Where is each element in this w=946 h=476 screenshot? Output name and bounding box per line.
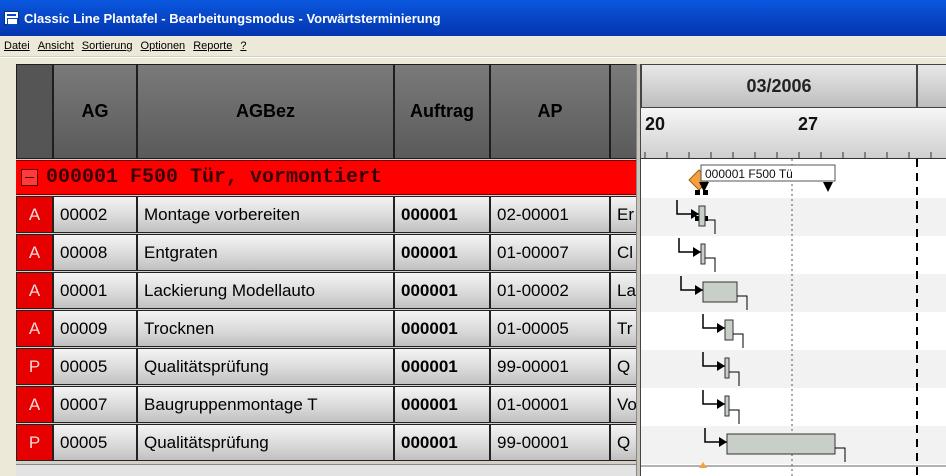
column-header-extra[interactable] — [610, 64, 636, 159]
gantt-row-stripe — [641, 350, 946, 388]
menu-sortierung[interactable]: Sortierung — [78, 40, 137, 52]
table-row[interactable]: P 00005 Qualitätsprüfung 000001 99-00001 Q — [16, 348, 636, 386]
agbez-cell[interactable]: Montage vorbereiten — [137, 196, 394, 233]
type-cell[interactable]: P — [16, 424, 53, 461]
gantt-row-stripe — [641, 274, 946, 312]
ap-cell[interactable]: 01-00001 — [490, 386, 610, 423]
table-row[interactable]: A 00009 Trocknen 000001 01-00005 Tr — [16, 310, 636, 348]
menu-ansicht[interactable]: Ansicht — [34, 40, 78, 52]
ag-cell[interactable]: 00005 — [53, 424, 137, 461]
type-cell[interactable]: A — [16, 234, 53, 271]
extra-cell[interactable]: Cl — [610, 234, 636, 271]
collapse-icon[interactable] — [21, 169, 38, 186]
next-group-row[interactable] — [16, 464, 636, 476]
table-row[interactable]: A 00002 Montage vorbereiten 000001 02-00001 E… — [16, 196, 636, 234]
operations-grid: AG AGBez Auftrag AP 000001 F500 Tür, vor… — [16, 64, 636, 476]
dependency-arrowhead — [717, 323, 725, 333]
dependency-arrowhead — [717, 399, 725, 409]
app-icon[interactable] — [4, 11, 19, 25]
operation-bar — [726, 433, 836, 455]
extra-cell[interactable]: Q — [610, 348, 636, 385]
successor-link — [733, 333, 744, 348]
dependency-arrow — [702, 390, 725, 405]
dependency-arrow — [702, 314, 725, 329]
ap-cell[interactable]: 01-00005 — [490, 310, 610, 347]
order-group-row[interactable]: 000001 F500 Tür, vormontiert — [16, 160, 636, 195]
operation-bar — [724, 357, 730, 379]
title-bar: Classic Line Plantafel - Bearbeitungsmod… — [0, 0, 946, 36]
type-cell[interactable]: A — [16, 310, 53, 347]
table-row[interactable]: A 00008 Entgraten 000001 01-00007 Cl — [16, 234, 636, 272]
ap-cell[interactable]: 01-00007 — [490, 234, 610, 271]
menu-bar: Datei Ansicht Sortierung Optionen Report… — [0, 36, 946, 56]
ag-cell[interactable]: 00009 — [53, 310, 137, 347]
type-cell[interactable]: P — [16, 348, 53, 385]
table-row[interactable]: A 00007 Baugruppenmontage T 000001 01-00001 V… — [16, 386, 636, 424]
operation-bar — [700, 243, 706, 265]
operation-bar — [724, 395, 730, 417]
ag-cell[interactable]: 00007 — [53, 386, 137, 423]
type-cell[interactable]: A — [16, 386, 53, 423]
extra-cell[interactable]: Q — [610, 424, 636, 461]
order-end-marker — [823, 182, 833, 192]
gantt-canvas: 000001 F500 Tü — [641, 152, 946, 476]
extra-cell[interactable]: La — [610, 272, 636, 309]
menu-optionen[interactable]: Optionen — [137, 40, 190, 52]
column-header-ag[interactable]: AG — [53, 64, 137, 159]
agbez-cell[interactable]: Trocknen — [137, 310, 394, 347]
link-marker — [695, 190, 700, 195]
extra-cell[interactable]: Tr — [610, 310, 636, 347]
order-group-label: 000001 F500 Tür, vormontiert — [46, 166, 383, 189]
auftrag-cell[interactable]: 000001 — [394, 424, 490, 461]
successor-link — [729, 409, 740, 424]
menu-reporte[interactable]: Reporte — [189, 40, 236, 52]
type-cell[interactable]: A — [16, 272, 53, 309]
link-marker — [703, 190, 708, 195]
ag-cell[interactable]: 00002 — [53, 196, 137, 233]
menu-divider — [0, 56, 946, 58]
auftrag-cell[interactable]: 000001 — [394, 348, 490, 385]
ag-cell[interactable]: 00008 — [53, 234, 137, 271]
menu-datei[interactable]: Datei — [0, 40, 34, 52]
agbez-cell[interactable]: Lackierung Modellauto — [137, 272, 394, 309]
successor-link — [705, 257, 716, 272]
operation-bar — [698, 205, 706, 227]
menu-help[interactable]: ? — [236, 40, 250, 52]
ap-cell[interactable]: 02-00001 — [490, 196, 610, 233]
dependency-arrowhead — [693, 247, 701, 257]
ap-cell[interactable]: 99-00001 — [490, 348, 610, 385]
auftrag-cell[interactable]: 000001 — [394, 272, 490, 309]
operation-bar — [702, 281, 738, 303]
column-header-agbez[interactable]: AGBez — [137, 64, 394, 159]
auftrag-cell[interactable]: 000001 — [394, 310, 490, 347]
ag-cell[interactable]: 00001 — [53, 272, 137, 309]
gantt-row-stripe — [641, 198, 946, 236]
agbez-cell[interactable]: Baugruppenmontage T — [137, 386, 394, 423]
order-label-text: 000001 F500 Tü — [705, 167, 793, 181]
extra-cell[interactable]: Vo — [610, 386, 636, 423]
agbez-cell[interactable]: Entgraten — [137, 234, 394, 271]
ap-cell[interactable]: 99-00001 — [490, 424, 610, 461]
column-header-type[interactable] — [16, 64, 53, 159]
table-row[interactable]: A 00001 Lackierung Modellauto 000001 01-0000… — [16, 272, 636, 310]
operation-bar — [724, 319, 734, 341]
type-cell[interactable]: A — [16, 196, 53, 233]
ag-cell[interactable]: 00005 — [53, 348, 137, 385]
agbez-cell[interactable]: Qualitätsprüfung — [137, 424, 394, 461]
column-header-auftrag[interactable]: Auftrag — [394, 64, 490, 159]
auftrag-cell[interactable]: 000001 — [394, 234, 490, 271]
auftrag-cell[interactable]: 000001 — [394, 196, 490, 233]
agbez-cell[interactable]: Qualitätsprüfung — [137, 348, 394, 385]
ap-cell[interactable]: 01-00002 — [490, 272, 610, 309]
extra-cell[interactable]: Er — [610, 196, 636, 233]
column-header-ap[interactable]: AP — [490, 64, 610, 159]
window-title: Classic Line Plantafel - Bearbeitungsmod… — [24, 10, 441, 26]
table-row[interactable]: P 00005 Qualitätsprüfung 000001 99-00001 Q — [16, 424, 636, 462]
dependency-arrow — [678, 238, 701, 253]
auftrag-cell[interactable]: 000001 — [394, 386, 490, 423]
gantt-chart: 03/2006 20 27 000001 F500 Tü — [640, 64, 946, 476]
